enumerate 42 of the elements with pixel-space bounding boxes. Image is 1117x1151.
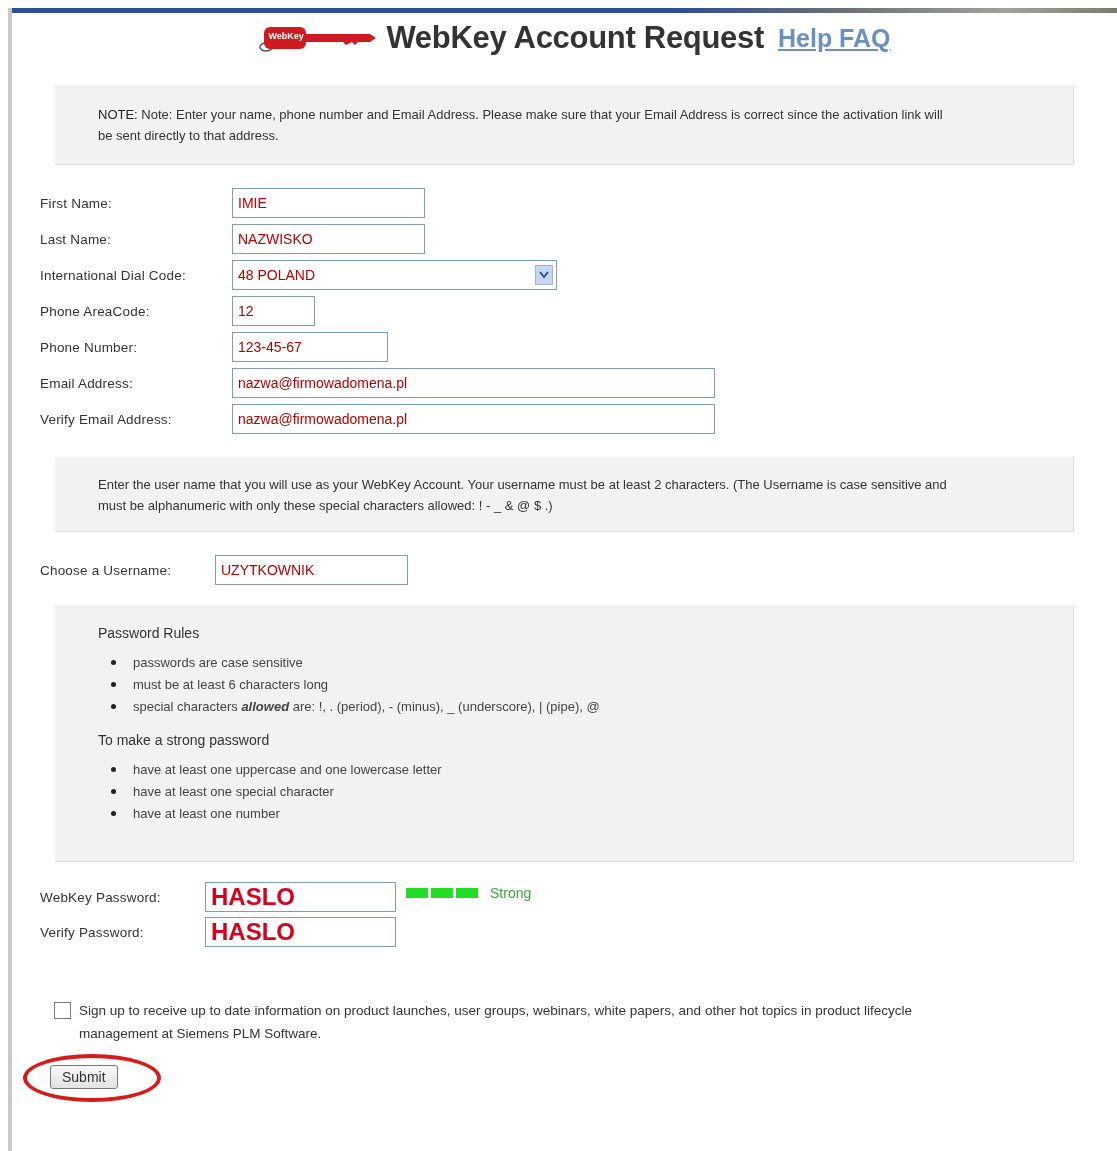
dial-code-dropdown[interactable]: 48 POLAND [232, 260, 557, 290]
field-label: Verify Email Address: [40, 411, 173, 427]
field-label: WebKey Password: [40, 889, 162, 905]
bullet-icon [111, 682, 116, 687]
bullet-icon [111, 767, 116, 772]
field-label: Email Address: [40, 375, 134, 391]
bullet-icon [111, 704, 116, 709]
rule-text: have at least one number [133, 806, 280, 821]
rules-heading: Password Rules [98, 625, 201, 641]
bullet-icon [111, 811, 116, 816]
field-label: Phone AreaCode: [40, 303, 151, 319]
rule-text: special characters allowed are: !, . (period), - (minus), _ (underscore), | (pipe), @ [133, 699, 600, 714]
field-label: First Name: [40, 195, 113, 211]
field-label: Verify Password: [40, 924, 145, 940]
password-field[interactable]: HASLO [205, 917, 396, 947]
text-field[interactable]: IMIE [232, 188, 425, 218]
username-note: Enter the user name that you will use as your WebKey Account. Your username must be at least 2 characters. (The Username is case sensitive and must be alphanumeric with only these special characters allowed: ! - _ & @ $ .) [98, 476, 948, 515]
note-text: NOTE: Note: Enter your name, phone number and Email Address. Please make sure that your Email Address is correct since the activation link will be sent directly to that address. [98, 106, 944, 145]
rule-text: must be at least 6 characters long [133, 677, 329, 692]
strength-label: Strong [490, 885, 532, 901]
logo-text: WebKey [268, 31, 304, 41]
text-field[interactable]: 12 [232, 296, 315, 326]
bullet-icon [111, 660, 116, 665]
newsletter-checkbox[interactable] [54, 1002, 71, 1019]
field-label: Phone Number: [40, 339, 139, 355]
rule-text: have at least one special character [133, 784, 334, 799]
username-field[interactable]: UZYTKOWNIK [215, 555, 408, 585]
rules-heading: To make a strong password [98, 732, 271, 748]
field-label: Choose a Username: [40, 562, 173, 578]
submit-button[interactable]: Submit [50, 1065, 118, 1089]
field-label: International Dial Code: [40, 267, 187, 283]
text-field[interactable]: 123-45-67 [232, 332, 388, 362]
bullet-icon [111, 789, 116, 794]
rule-text: passwords are case sensitive [133, 655, 303, 670]
newsletter-text: Sign up to receive up to date information on product launches, user groups, webinars, white papers, and other hot topics in product lifecycle management at Siemens PLM Software. [79, 1002, 913, 1043]
rule-text: have at least one uppercase and one lowercase letter [133, 762, 442, 777]
text-field[interactable]: nazwa@firmowadomena.pl [232, 368, 715, 398]
password-field[interactable]: HASLO [205, 882, 396, 912]
page-title: WebKey Account Request [386, 20, 764, 56]
field-label: Last Name: [40, 231, 113, 247]
text-field[interactable]: nazwa@firmowadomena.pl [232, 404, 715, 434]
text-field[interactable]: NAZWISKO [232, 224, 425, 254]
